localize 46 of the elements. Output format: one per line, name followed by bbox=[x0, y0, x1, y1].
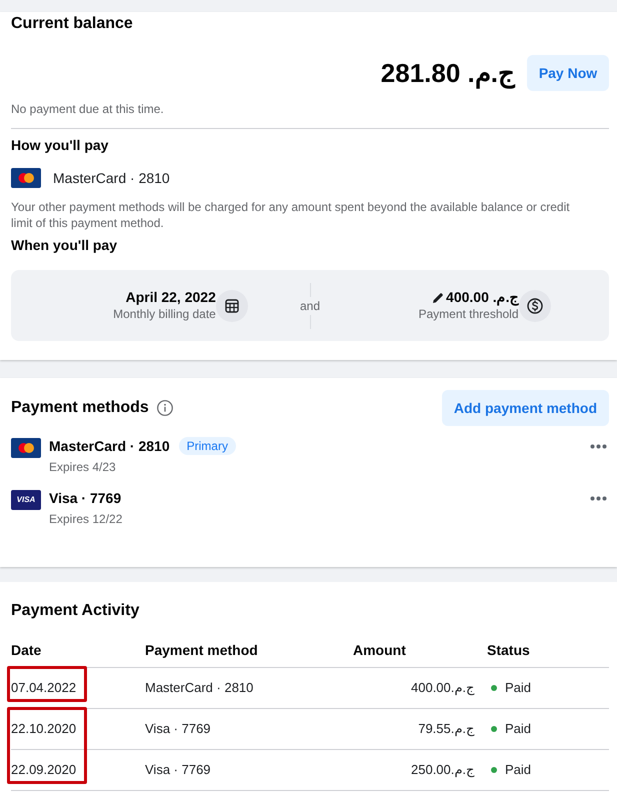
card-logo-icon bbox=[11, 438, 41, 458]
table-cell: 250.00ج.م. bbox=[411, 762, 474, 778]
card-logo-icon bbox=[11, 168, 41, 188]
billing-date-value: April 22, 2022 bbox=[126, 289, 216, 306]
section-title: How you'll pay bbox=[11, 136, 110, 154]
dollar-icon bbox=[518, 290, 551, 322]
table-cell: 22.10.2020 bbox=[11, 721, 76, 737]
expiry-text: Expires 12/22 bbox=[49, 511, 124, 527]
table-cell: Visa · 7769 bbox=[145, 721, 211, 737]
status-text: Paid bbox=[505, 680, 532, 696]
calendar-icon bbox=[216, 290, 248, 322]
balance-amount: 281.80 ج.م. bbox=[380, 57, 515, 89]
pencil-icon[interactable] bbox=[432, 292, 444, 304]
section-title: Current balance bbox=[11, 14, 134, 34]
card-name: Visa · 7769 bbox=[49, 489, 122, 507]
section-title: Payment methods bbox=[11, 398, 149, 418]
info-text: Your other payment methods will be charged for any amount spent beyond the available balance or credit limit of this payment method. bbox=[11, 199, 571, 231]
primary-badge: Primary bbox=[178, 437, 236, 455]
billing-date-label: Monthly billing date bbox=[113, 306, 216, 322]
info-icon[interactable] bbox=[156, 400, 173, 416]
column-header: Amount bbox=[353, 640, 406, 658]
column-header: Date bbox=[11, 640, 42, 658]
expiry-text: Expires 4/23 bbox=[49, 459, 117, 475]
threshold-label: Payment threshold bbox=[418, 306, 519, 322]
payment-method-label: MasterCard · 2810 bbox=[53, 169, 170, 187]
section-title: Payment Activity bbox=[11, 601, 140, 621]
pay-now-button[interactable]: Pay Now bbox=[527, 55, 609, 91]
column-header: Payment method bbox=[145, 640, 258, 658]
more-icon[interactable] bbox=[590, 496, 607, 501]
table-cell: MasterCard · 2810 bbox=[145, 680, 254, 696]
table-cell: 22.09.2020 bbox=[11, 762, 76, 778]
table-cell: 07.04.2022 bbox=[11, 680, 76, 696]
table-cell: Visa · 7769 bbox=[145, 762, 211, 778]
section-title: When you'll pay bbox=[11, 236, 118, 254]
status-text: Paid bbox=[505, 762, 532, 778]
add-payment-method-button[interactable]: Add payment method bbox=[442, 390, 609, 426]
status-text: Paid bbox=[505, 721, 532, 737]
separator-text: and bbox=[300, 298, 320, 314]
table-cell: 79.55ج.م. bbox=[418, 721, 474, 737]
more-icon[interactable] bbox=[590, 444, 607, 449]
info-text: No payment due at this time. bbox=[11, 101, 165, 117]
table-cell: 400.00ج.م. bbox=[411, 680, 474, 696]
card-name: MasterCard · 2810 bbox=[49, 437, 170, 455]
column-header: Status bbox=[487, 640, 530, 658]
card-logo: VISA bbox=[11, 490, 41, 510]
threshold-value: 400.00 ج.م. bbox=[446, 289, 519, 306]
